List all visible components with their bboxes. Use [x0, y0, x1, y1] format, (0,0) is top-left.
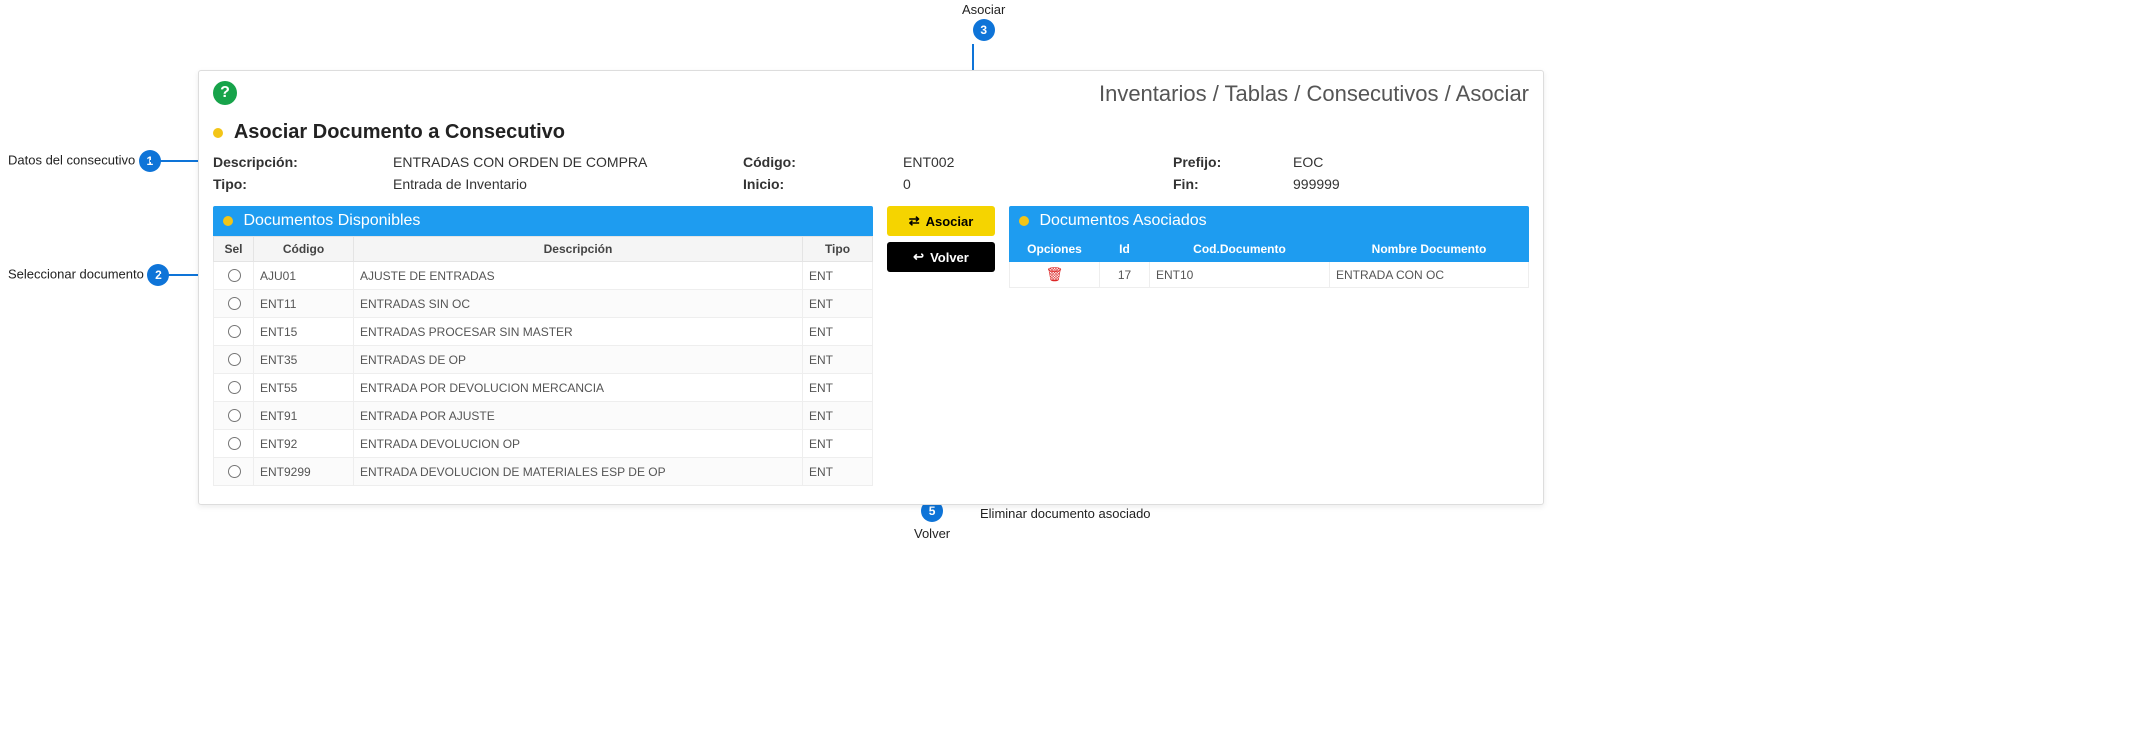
associated-table: Opciones Id Cod.Documento Nombre Documen… [1009, 236, 1529, 288]
annotation-4-text: Eliminar documento asociado [980, 506, 1151, 521]
row-codigo: ENT35 [254, 346, 354, 374]
asociar-button[interactable]: ⇄ Asociar [887, 206, 995, 236]
row-descripcion: AJUSTE DE ENTRADAS [354, 262, 803, 290]
descripcion-label: Descripción: [213, 154, 393, 170]
annotation-1: Datos del consecutivo 1 [8, 150, 161, 172]
select-radio[interactable] [228, 353, 241, 366]
table-row: ENT35ENTRADAS DE OPENT [214, 346, 873, 374]
row-codigo: ENT11 [254, 290, 354, 318]
row-id: 17 [1100, 262, 1150, 288]
row-codigo: ENT91 [254, 402, 354, 430]
fin-value: 999999 [1293, 176, 1453, 192]
annotation-3: Asociar 3 [962, 2, 1005, 41]
page-title-text: Asociar Documento a Consecutivo [234, 121, 565, 143]
table-row: ENT9299ENTRADA DEVOLUCION DE MATERIALES … [214, 458, 873, 486]
available-th-tipo: Tipo [803, 237, 873, 262]
associated-bullet-icon [1019, 216, 1029, 226]
table-row: ENT91ENTRADA POR AJUSTEENT [214, 402, 873, 430]
associated-th-id: Id [1100, 237, 1150, 262]
associated-th-cod: Cod.Documento [1150, 237, 1330, 262]
select-radio[interactable] [228, 297, 241, 310]
table-row: ENT15ENTRADAS PROCESAR SIN MASTERENT [214, 318, 873, 346]
select-radio[interactable] [228, 465, 241, 478]
associated-header: Documentos Asociados [1009, 206, 1529, 236]
available-table: Sel Código Descripción Tipo AJU01AJUSTE … [213, 236, 873, 486]
select-radio[interactable] [228, 409, 241, 422]
associated-th-opciones: Opciones [1010, 237, 1100, 262]
action-buttons: ⇄ Asociar ↩ Volver [887, 206, 995, 272]
row-descripcion: ENTRADAS DE OP [354, 346, 803, 374]
available-th-codigo: Código [254, 237, 354, 262]
consecutivo-details: Descripción: ENTRADAS CON ORDEN DE COMPR… [213, 154, 1529, 192]
row-descripcion: ENTRADAS PROCESAR SIN MASTER [354, 318, 803, 346]
page-title: Asociar Documento a Consecutivo [213, 121, 1529, 144]
associated-documents-panel: Documentos Asociados Opciones Id Cod.Doc… [1009, 206, 1529, 288]
help-icon[interactable]: ? [213, 81, 237, 105]
breadcrumb: Inventarios / Tablas / Consecutivos / As… [1099, 81, 1529, 107]
main-panel: ? Inventarios / Tablas / Consecutivos / … [198, 70, 1544, 505]
available-documents-panel: Documentos Disponibles Sel Código Descri… [213, 206, 873, 486]
annotation-5-text: Volver [914, 526, 950, 541]
row-tipo: ENT [803, 374, 873, 402]
annotation-2-text: Seleccionar documento [8, 266, 144, 281]
volver-button-label: Volver [930, 250, 969, 265]
row-nombre: ENTRADA CON OC [1330, 262, 1529, 288]
tipo-label: Tipo: [213, 176, 393, 192]
available-th-descripcion: Descripción [354, 237, 803, 262]
table-row: AJU01AJUSTE DE ENTRADASENT [214, 262, 873, 290]
row-codigo: ENT9299 [254, 458, 354, 486]
tipo-value: Entrada de Inventario [393, 176, 743, 192]
select-radio[interactable] [228, 381, 241, 394]
row-codigo: ENT15 [254, 318, 354, 346]
prefijo-value: EOC [1293, 154, 1453, 170]
available-th-sel: Sel [214, 237, 254, 262]
row-descripcion: ENTRADA POR AJUSTE [354, 402, 803, 430]
row-tipo: ENT [803, 318, 873, 346]
row-codigo: ENT92 [254, 430, 354, 458]
row-descripcion: ENTRADA DEVOLUCION DE MATERIALES ESP DE … [354, 458, 803, 486]
row-codigo: AJU01 [254, 262, 354, 290]
trash-icon[interactable]: 🗑 [1046, 266, 1064, 282]
annotation-1-text: Datos del consecutivo [8, 152, 135, 167]
row-tipo: ENT [803, 346, 873, 374]
associated-title: Documentos Asociados [1039, 212, 1206, 229]
prefijo-label: Prefijo: [1173, 154, 1293, 170]
volver-button[interactable]: ↩ Volver [887, 242, 995, 272]
table-row: ENT92ENTRADA DEVOLUCION OPENT [214, 430, 873, 458]
row-codigo: ENT55 [254, 374, 354, 402]
table-row: ENT11ENTRADAS SIN OCENT [214, 290, 873, 318]
row-descripcion: ENTRADAS SIN OC [354, 290, 803, 318]
select-radio[interactable] [228, 325, 241, 338]
annotation-3-marker: 3 [973, 19, 995, 41]
row-tipo: ENT [803, 430, 873, 458]
table-row: 🗑 17ENT10ENTRADA CON OC [1010, 262, 1529, 288]
annotation-5: 5 Volver [914, 500, 950, 541]
available-title: Documentos Disponibles [243, 212, 420, 229]
row-tipo: ENT [803, 262, 873, 290]
row-descripcion: ENTRADA DEVOLUCION OP [354, 430, 803, 458]
row-descripcion: ENTRADA POR DEVOLUCION MERCANCIA [354, 374, 803, 402]
available-header: Documentos Disponibles [213, 206, 873, 236]
inicio-value: 0 [903, 176, 1173, 192]
row-tipo: ENT [803, 402, 873, 430]
annotation-3-text: Asociar [962, 2, 1005, 17]
asociar-button-label: Asociar [926, 214, 974, 229]
back-arrow-icon: ↩ [913, 249, 924, 265]
row-tipo: ENT [803, 458, 873, 486]
available-bullet-icon [223, 216, 233, 226]
descripcion-value: ENTRADAS CON ORDEN DE COMPRA [393, 154, 743, 170]
table-row: ENT55ENTRADA POR DEVOLUCION MERCANCIAENT [214, 374, 873, 402]
select-radio[interactable] [228, 269, 241, 282]
select-radio[interactable] [228, 437, 241, 450]
codigo-value: ENT002 [903, 154, 1173, 170]
title-bullet-icon [213, 128, 223, 138]
fin-label: Fin: [1173, 176, 1293, 192]
swap-icon: ⇄ [909, 213, 920, 229]
row-tipo: ENT [803, 290, 873, 318]
annotation-2: Seleccionar documento 2 [8, 264, 169, 286]
row-cod: ENT10 [1150, 262, 1330, 288]
codigo-label: Código: [743, 154, 903, 170]
inicio-label: Inicio: [743, 176, 903, 192]
associated-th-nombre: Nombre Documento [1330, 237, 1529, 262]
